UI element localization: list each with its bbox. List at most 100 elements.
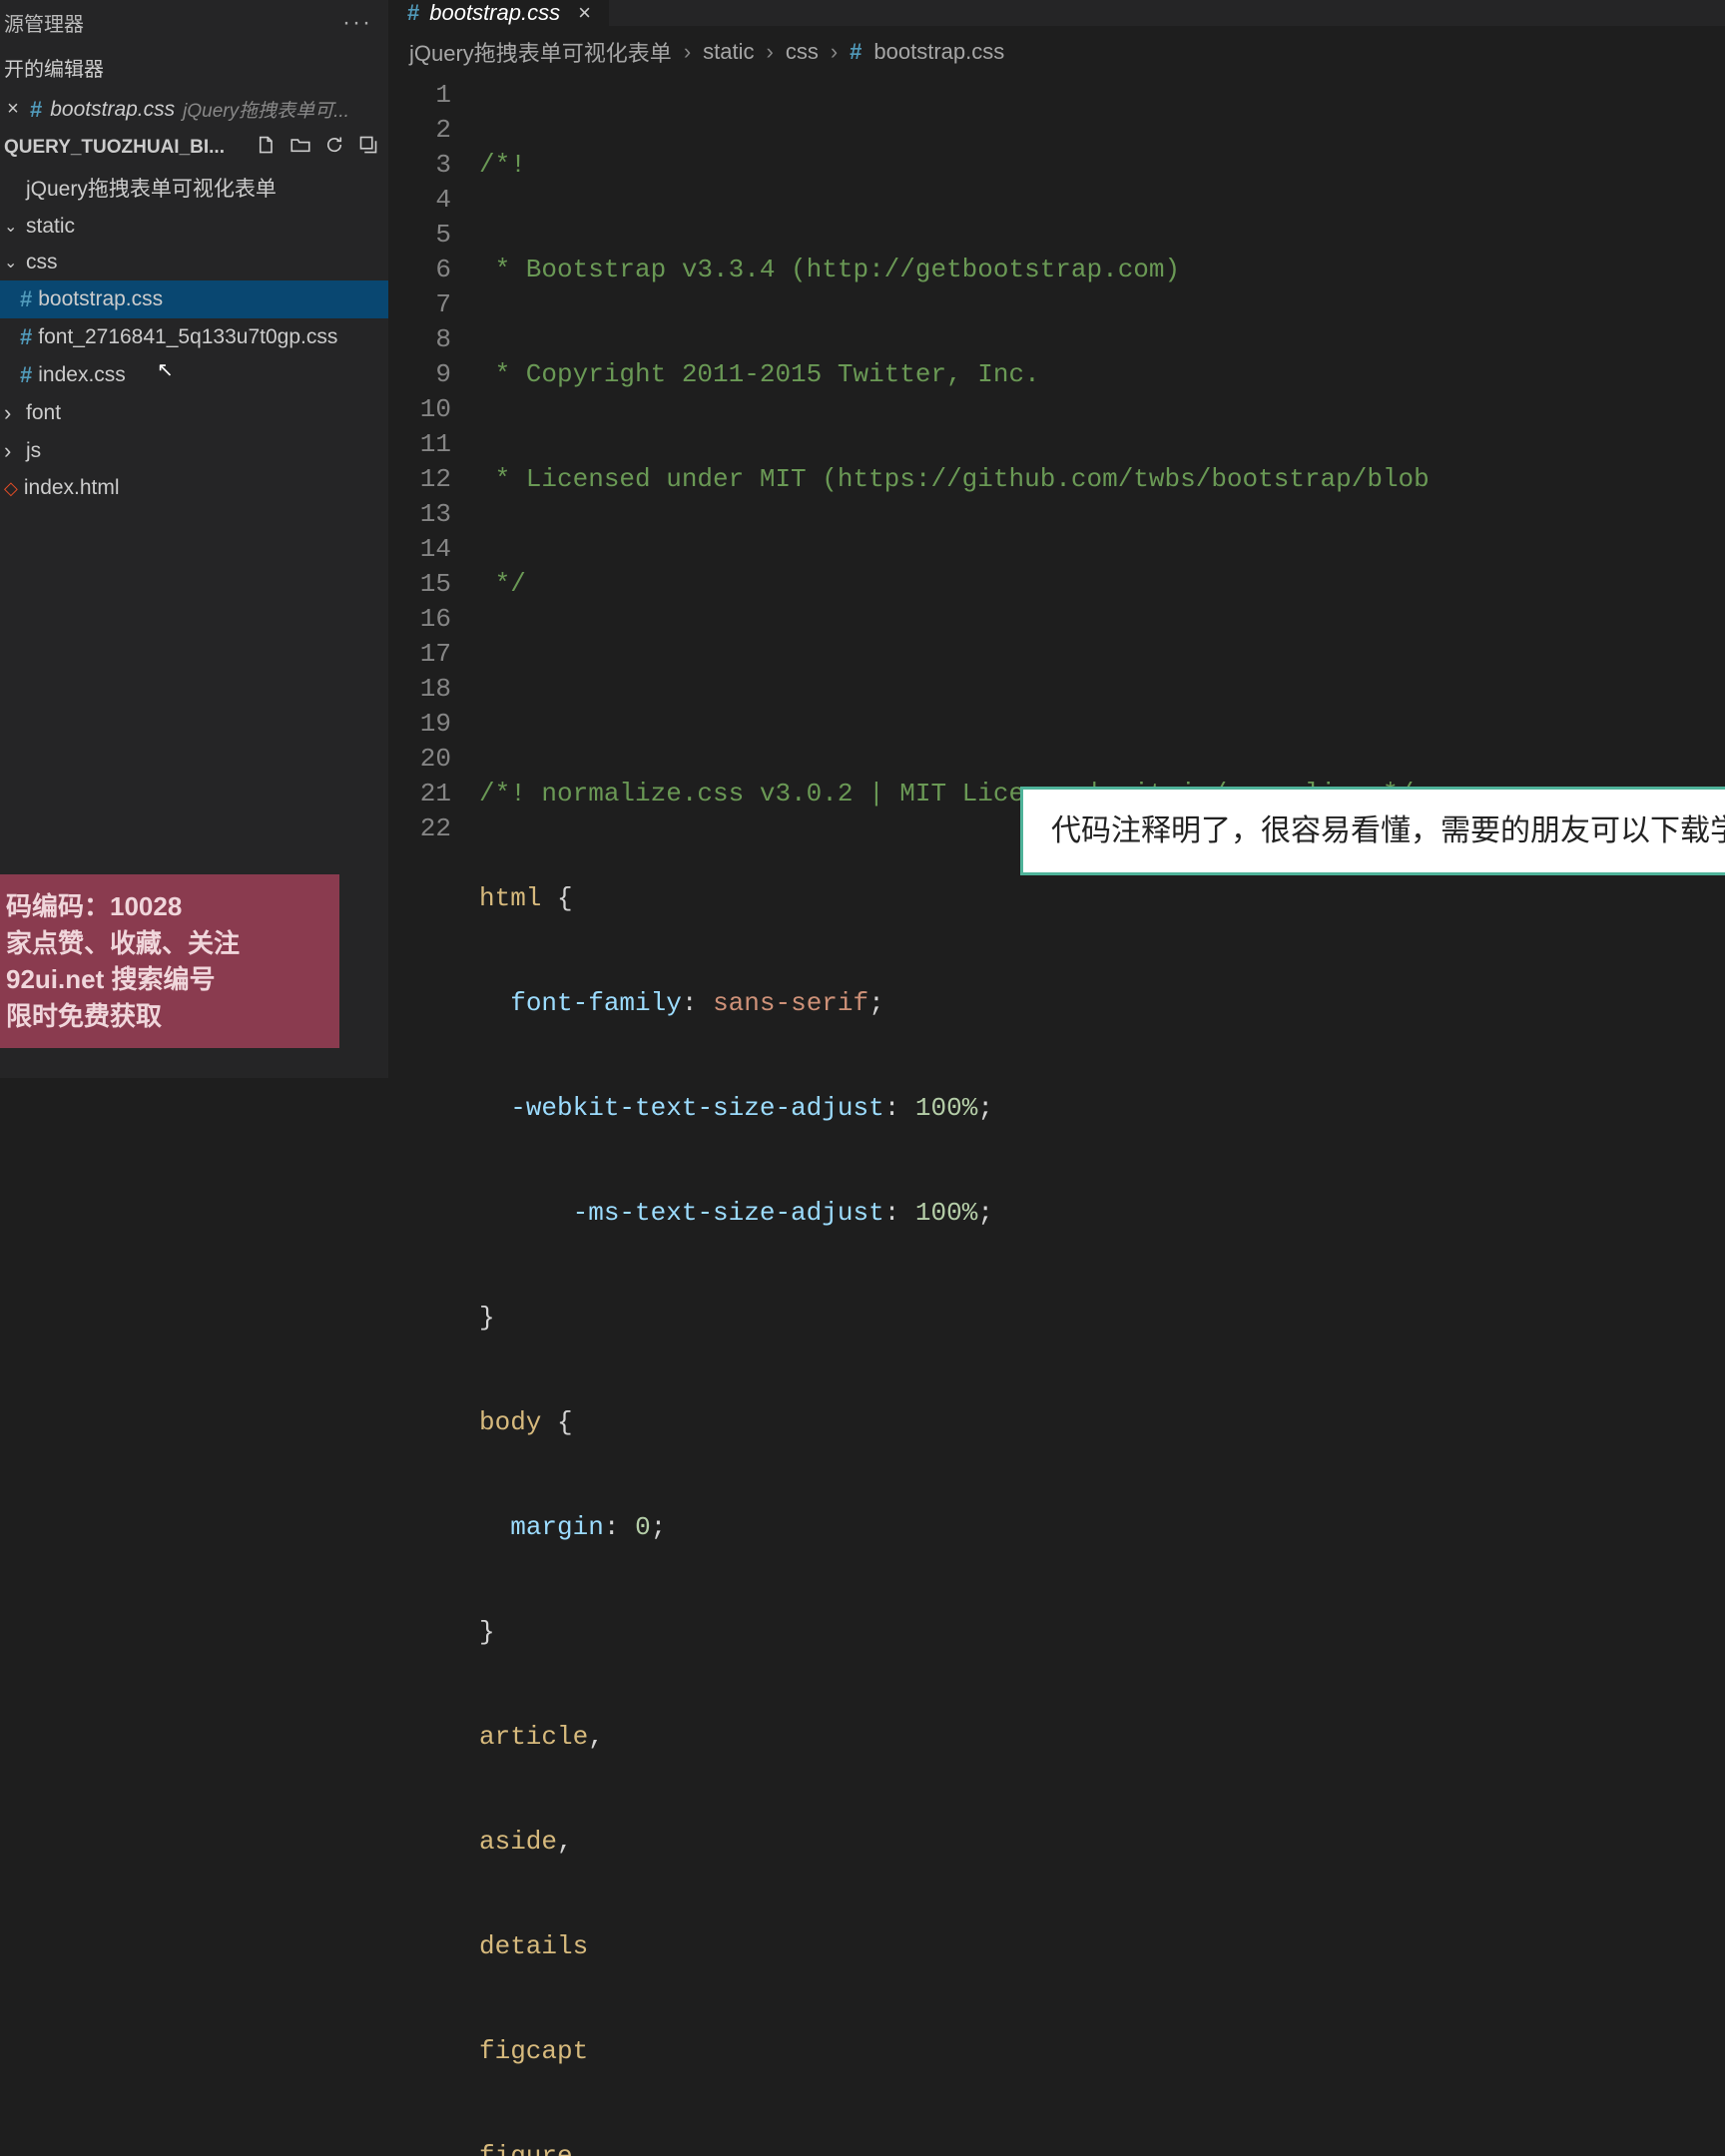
tree-folder-js[interactable]: js <box>0 432 388 470</box>
more-actions-icon[interactable]: ··· <box>342 9 372 37</box>
chevron-down-icon <box>4 253 20 272</box>
promo-line: 家点赞、收藏、关注 <box>6 925 333 961</box>
code-token: -webkit-text-size-adjust <box>510 1093 883 1123</box>
code-token: aside <box>479 1827 557 1857</box>
chevron-right-icon: › <box>767 39 774 65</box>
css-file-icon: # <box>30 97 42 123</box>
code-token: -ms-text-size-adjust <box>573 1198 884 1228</box>
line-number: 14 <box>389 532 451 567</box>
tree-folder-static[interactable]: static <box>0 209 388 245</box>
code-editor[interactable]: 12345678910111213141516171819202122 /*! … <box>389 78 1725 2156</box>
tree-file-bootstrap[interactable]: # bootstrap.css <box>0 280 388 318</box>
tree-folder-css[interactable]: css <box>0 245 388 280</box>
line-number: 21 <box>389 777 451 811</box>
code-token: figure <box>479 2141 573 2156</box>
refresh-icon[interactable] <box>324 135 344 161</box>
tree-folder-font[interactable]: font <box>0 394 388 432</box>
css-file-icon: # <box>850 39 862 65</box>
tree-file-font-css[interactable]: # font_2716841_5q133u7t0gp.css <box>0 318 388 356</box>
line-number: 4 <box>389 183 451 218</box>
tree-root[interactable]: jQuery拖拽表单可视化表单 <box>0 167 388 209</box>
code-line: * Bootstrap v3.3.4 (http://getbootstrap.… <box>479 255 1180 284</box>
code-token: 0 <box>635 1512 651 1542</box>
tab-bootstrap[interactable]: # bootstrap.css × <box>389 0 610 26</box>
code-content[interactable]: /*! * Bootstrap v3.3.4 (http://getbootst… <box>479 78 1725 2156</box>
line-number: 2 <box>389 113 451 148</box>
css-file-icon: # <box>20 362 32 388</box>
open-editors-title[interactable]: 开的编辑器 <box>0 45 388 90</box>
line-number: 12 <box>389 462 451 497</box>
line-number: 16 <box>389 602 451 637</box>
chevron-down-icon <box>4 217 20 237</box>
promo-line: 限时免费获取 <box>6 998 333 1034</box>
tab-bar: # bootstrap.css × <box>389 0 1725 26</box>
code-token: 100% <box>915 1198 977 1228</box>
line-number: 22 <box>389 811 451 846</box>
code-line: */ <box>479 569 526 599</box>
tree-file-index-html[interactable]: index.html <box>0 470 388 506</box>
crumb[interactable]: bootstrap.css <box>873 39 1004 65</box>
collapse-icon[interactable] <box>358 135 378 161</box>
tree-label: jQuery拖拽表单可视化表单 <box>26 173 277 203</box>
promo-line: 码编码：10028 <box>6 888 333 924</box>
chevron-right-icon <box>4 400 20 426</box>
tree-file-index-css[interactable]: # index.css <box>0 356 388 394</box>
open-editor-filename: bootstrap.css <box>50 98 175 122</box>
workspace-header[interactable]: QUERY_TUOZHUAI_BI... <box>0 129 388 167</box>
code-line: /*! <box>479 150 526 180</box>
close-icon[interactable]: × <box>578 0 591 26</box>
code-token: margin <box>510 1512 604 1542</box>
css-file-icon: # <box>20 324 32 350</box>
open-editor-item[interactable]: × # bootstrap.css jQuery拖拽表单可... <box>0 90 388 129</box>
css-file-icon: # <box>407 0 419 26</box>
promo-line: 92ui.net 搜索编号 <box>6 961 333 997</box>
code-token: font-family <box>510 988 682 1018</box>
chevron-right-icon: › <box>831 39 838 65</box>
line-number: 20 <box>389 742 451 777</box>
close-icon[interactable]: × <box>4 98 22 121</box>
code-line <box>479 672 1725 707</box>
explorer-title: 源管理器 <box>4 8 84 37</box>
code-token: body <box>479 1407 541 1437</box>
line-number: 3 <box>389 148 451 183</box>
crumb[interactable]: static <box>703 39 754 65</box>
sidebar-header: 源管理器 ··· <box>0 0 388 45</box>
sidebar: 源管理器 ··· 开的编辑器 × # bootstrap.css jQuery拖… <box>0 0 389 1078</box>
code-token: details <box>479 1931 588 1961</box>
code-token: 100% <box>915 1093 977 1123</box>
html-file-icon <box>4 478 18 499</box>
new-folder-icon[interactable] <box>290 135 310 161</box>
line-gutter: 12345678910111213141516171819202122 <box>389 78 479 2156</box>
code-token: sans-serif <box>713 988 868 1018</box>
tree-label: font <box>26 401 61 425</box>
line-number: 9 <box>389 357 451 392</box>
crumb[interactable]: css <box>786 39 819 65</box>
css-file-icon: # <box>20 286 32 312</box>
crumb[interactable]: jQuery拖拽表单可视化表单 <box>409 36 672 68</box>
workspace-name: QUERY_TUOZHUAI_BI... <box>4 137 225 159</box>
tree-label: index.css <box>38 363 126 387</box>
chevron-right-icon: › <box>684 39 691 65</box>
line-number: 15 <box>389 567 451 602</box>
line-number: 11 <box>389 427 451 462</box>
editor-main: # bootstrap.css × jQuery拖拽表单可视化表单 › stat… <box>389 0 1725 1078</box>
code-token: article <box>479 1722 588 1752</box>
code-token: figcapt <box>479 2036 588 2066</box>
line-number: 7 <box>389 287 451 322</box>
code-line: * Copyright 2011-2015 Twitter, Inc. <box>479 359 1040 389</box>
line-number: 17 <box>389 637 451 672</box>
workspace-actions <box>257 135 378 161</box>
file-tree: jQuery拖拽表单可视化表单 static css # bootstrap.c… <box>0 167 388 506</box>
tree-label: font_2716841_5q133u7t0gp.css <box>38 325 337 349</box>
line-number: 13 <box>389 497 451 532</box>
line-number: 10 <box>389 392 451 427</box>
breadcrumb[interactable]: jQuery拖拽表单可视化表单 › static › css › # boots… <box>389 26 1725 78</box>
tooltip-overlay: 代码注释明了，很容易看懂，需要的朋友可以下载学 <box>1020 787 1725 875</box>
line-number: 6 <box>389 253 451 287</box>
code-token: html <box>479 883 541 913</box>
line-number: 18 <box>389 672 451 707</box>
promo-overlay: 码编码：10028 家点赞、收藏、关注 92ui.net 搜索编号 限时免费获取 <box>0 874 339 1048</box>
new-file-icon[interactable] <box>257 135 277 161</box>
line-number: 5 <box>389 218 451 253</box>
open-editor-path: jQuery拖拽表单可... <box>183 96 349 123</box>
